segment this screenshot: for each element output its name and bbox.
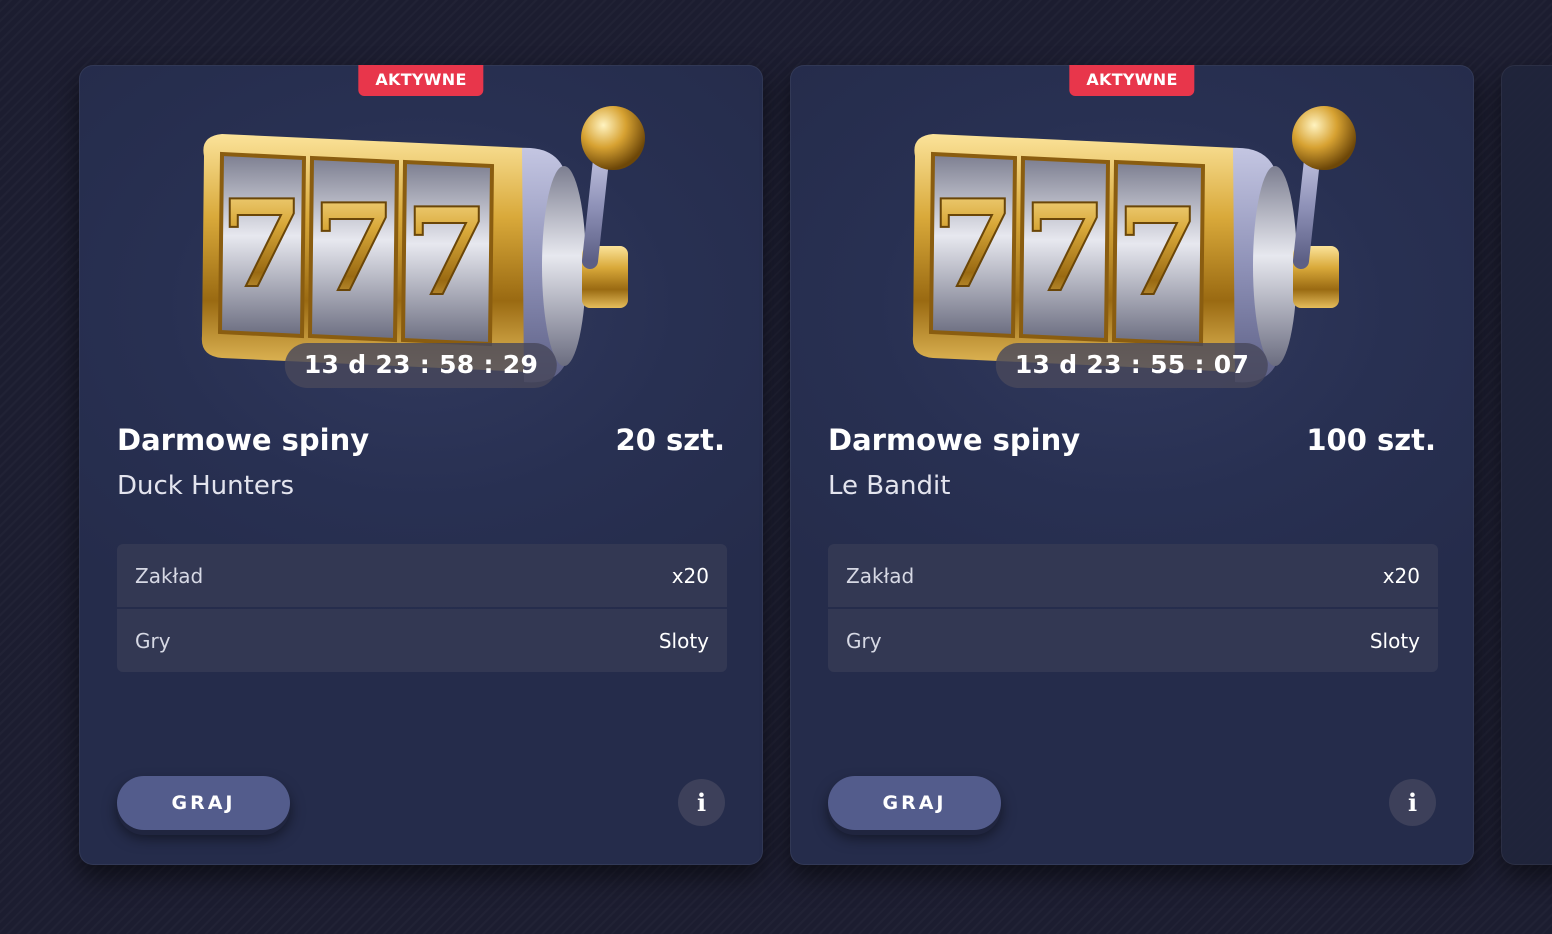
svg-text:7: 7 xyxy=(1116,182,1200,323)
game-name: Le Bandit xyxy=(828,471,951,501)
svg-text:7: 7 xyxy=(1023,178,1107,319)
spin-amount: 100 szt. xyxy=(1306,423,1436,457)
table-row: Gry Sloty xyxy=(117,609,727,672)
status-badge: AKTYWNE xyxy=(358,65,484,96)
bonus-card: AKTYWNE 7 7 7 13 d 23 : 58 : 29 Darmowe … xyxy=(79,65,763,865)
spin-amount: 20 szt. xyxy=(615,423,725,457)
svg-text:7: 7 xyxy=(312,178,396,319)
bonus-details-table: Zakład x20 Gry Sloty xyxy=(117,544,727,672)
bonus-card-partial[interactable] xyxy=(1501,65,1552,865)
table-row: Gry Sloty xyxy=(828,609,1438,672)
row-value: x20 xyxy=(1382,563,1420,588)
row-label: Zakład xyxy=(846,563,915,588)
bonus-card: AKTYWNE 7 7 7 13 d 23 : 55 : 07 Darmowe … xyxy=(790,65,1474,865)
status-badge: AKTYWNE xyxy=(1069,65,1195,96)
svg-text:7: 7 xyxy=(220,174,304,315)
row-value: x20 xyxy=(671,563,709,588)
play-button[interactable]: GRAJ xyxy=(117,776,290,830)
bonus-title: Darmowe spiny xyxy=(117,423,370,457)
row-value: Sloty xyxy=(1369,628,1420,653)
table-row: Zakład x20 xyxy=(828,544,1438,607)
countdown-timer: 13 d 23 : 58 : 29 xyxy=(284,343,558,388)
svg-text:7: 7 xyxy=(405,182,489,323)
svg-text:7: 7 xyxy=(931,174,1015,315)
info-icon[interactable]: i xyxy=(678,779,725,826)
table-row: Zakład x20 xyxy=(117,544,727,607)
row-label: Gry xyxy=(135,628,171,653)
info-icon[interactable]: i xyxy=(1389,779,1436,826)
row-label: Gry xyxy=(846,628,882,653)
game-name: Duck Hunters xyxy=(117,471,295,501)
row-label: Zakład xyxy=(135,563,204,588)
play-button[interactable]: GRAJ xyxy=(828,776,1001,830)
countdown-timer: 13 d 23 : 55 : 07 xyxy=(995,343,1269,388)
row-value: Sloty xyxy=(658,628,709,653)
bonus-details-table: Zakład x20 Gry Sloty xyxy=(828,544,1438,672)
bonus-title: Darmowe spiny xyxy=(828,423,1081,457)
